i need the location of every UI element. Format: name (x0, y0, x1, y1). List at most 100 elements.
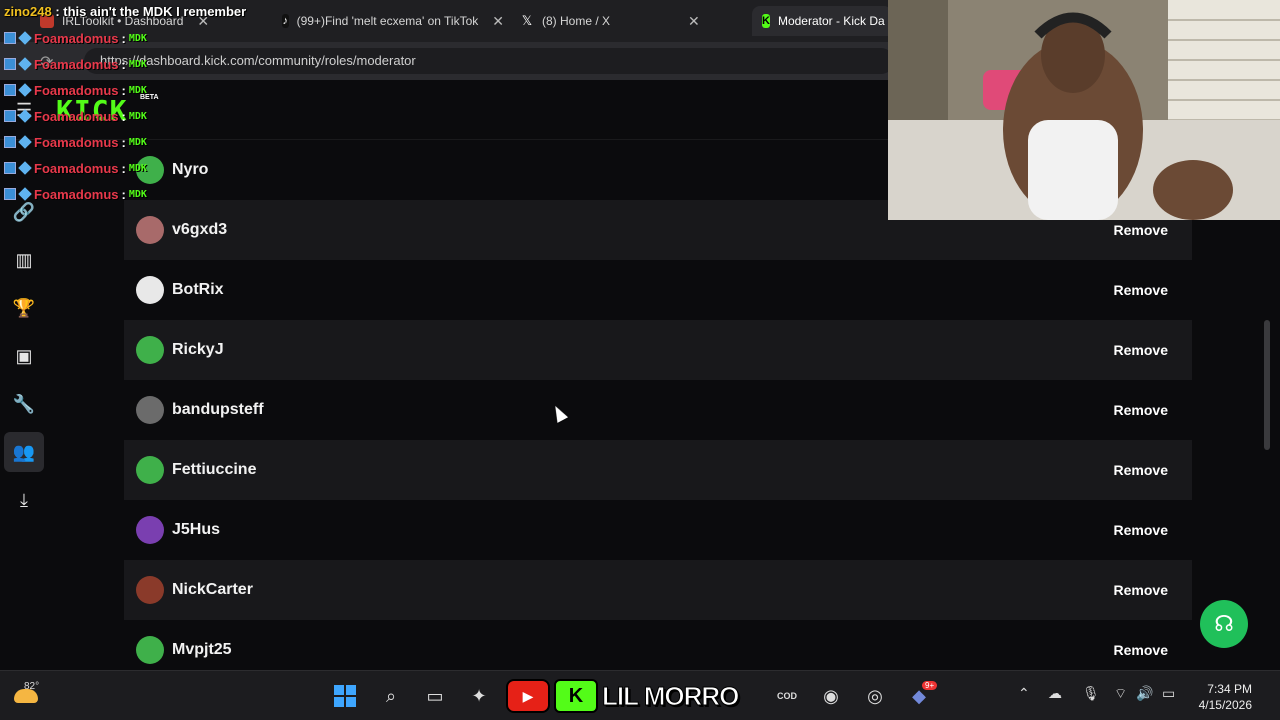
scrollbar[interactable] (1264, 320, 1270, 450)
badge-icon (4, 58, 16, 70)
gem-icon (18, 109, 32, 123)
remove-button[interactable]: Remove (1102, 634, 1180, 666)
clock-time: 7:34 PM (1207, 682, 1252, 696)
close-icon[interactable]: ✕ (492, 13, 504, 30)
gem-icon (18, 135, 32, 149)
kick-icon: K (762, 14, 770, 28)
chat-message: Foamadomus: MDK (4, 158, 147, 178)
clock-date: 4/15/2026 (1198, 698, 1252, 712)
avatar (136, 276, 164, 304)
moderator-row: Fettiuccine Remove (124, 440, 1192, 500)
remove-button[interactable]: Remove (1102, 334, 1180, 366)
chat-username: Foamadomus (34, 108, 119, 124)
badge-icon (4, 136, 16, 148)
analytics-icon[interactable]: ▥ (4, 240, 44, 280)
moderator-name[interactable]: Fettiuccine (172, 461, 256, 479)
gem-icon (18, 83, 32, 97)
obs-icon[interactable]: ◎ (860, 681, 890, 711)
upload-icon[interactable]: ⤓ (4, 480, 44, 520)
moderator-name[interactable]: RickyJ (172, 341, 224, 359)
kick-icon: K (554, 679, 598, 713)
remove-button[interactable]: Remove (1102, 274, 1180, 306)
volume-icon[interactable]: 🔊 (1136, 685, 1153, 702)
search-icon[interactable]: ⌕ (376, 681, 406, 711)
chat-username: Foamadomus (34, 134, 119, 150)
badge-icon (4, 32, 16, 44)
system-clock[interactable]: 7:34 PM 4/15/2026 (1199, 681, 1252, 713)
lil-morro-overlay: ▶ K LIL MORRO (506, 677, 740, 715)
moderator-row: NickCarter Remove (124, 560, 1192, 620)
community-icon[interactable]: 👥 (4, 432, 44, 472)
chat-overlay: zino248 : this ain't the MDK I remember … (0, 0, 300, 210)
network-app-icon[interactable]: ☁ (1048, 685, 1062, 702)
x-icon: 𝕏 (521, 13, 533, 28)
avatar (136, 576, 164, 604)
avatar (136, 396, 164, 424)
close-icon[interactable]: ✕ (688, 13, 700, 30)
emote: MDK (128, 58, 147, 70)
wrench-icon[interactable]: 🔧 (4, 384, 44, 424)
emote: MDK (128, 32, 147, 44)
chat-username: Foamadomus (34, 56, 119, 72)
video-icon[interactable]: ▣ (4, 336, 44, 376)
tab-tiktok[interactable]: ♪ (99+)Find 'melt ecxema' on TikTok ✕ (282, 8, 504, 34)
avatar (136, 336, 164, 364)
remove-button[interactable]: Remove (1102, 514, 1180, 546)
moderator-row: J5Hus Remove (124, 500, 1192, 560)
tab-label: (99+)Find 'melt ecxema' on TikTok (296, 14, 479, 28)
screen: IRLToolkit • Dashboard ✕ ♪ (99+)Find 'me… (0, 0, 1280, 720)
tab-kick-moderator[interactable]: K Moderator - Kick Da (752, 6, 892, 36)
tab-label: (8) Home / X (542, 14, 611, 28)
moderator-row: bandupsteff Remove (124, 380, 1192, 440)
discord-badge: 9+ (922, 681, 938, 690)
copilot-icon[interactable]: ✦ (464, 681, 494, 711)
moderator-name[interactable]: BotRix (172, 281, 224, 299)
avatar (136, 516, 164, 544)
windows-start-icon[interactable] (330, 681, 360, 711)
chat-message: Foamadomus: MDK (4, 132, 147, 152)
weather-icon[interactable] (14, 689, 38, 703)
chevron-up-icon[interactable]: ⌃ (1018, 685, 1030, 702)
webcam-overlay (888, 0, 1280, 220)
emote: MDK (128, 188, 147, 200)
support-chat-button[interactable]: ☊ (1200, 600, 1248, 648)
tab-x[interactable]: 𝕏 (8) Home / X ✕ (520, 8, 742, 34)
tab-label: Moderator - Kick Da (777, 14, 885, 28)
app-icon[interactable]: ◉ (816, 681, 846, 711)
call-of-duty-icon[interactable]: COD (772, 681, 802, 711)
chat-username: Foamadomus (34, 186, 119, 202)
trophy-icon[interactable]: 🏆 (4, 288, 44, 328)
avatar (136, 636, 164, 664)
moderator-name[interactable]: v6gxd3 (172, 221, 227, 239)
avatar (136, 456, 164, 484)
avatar (136, 216, 164, 244)
chat-username: zino248 (4, 4, 52, 19)
gem-icon (18, 31, 32, 45)
emote: MDK (128, 84, 147, 96)
chat-message: Foamadomus: MDK (4, 80, 147, 100)
emote: MDK (128, 136, 147, 148)
task-view-icon[interactable]: ▭ (420, 681, 450, 711)
taskbar: 82° ⌕ ▭ ✦ ▶ K LIL MORRO COD ◉ ◎ ◆ 9+ ⌃ ☁… (0, 670, 1280, 720)
chat-message: Foamadomus: MDK (4, 54, 147, 74)
microphone-icon[interactable]: 🎙 (1082, 685, 1100, 702)
moderator-name[interactable]: Mvpjt25 (172, 641, 232, 659)
chat-username: Foamadomus (34, 160, 119, 176)
moderator-name[interactable]: bandupsteff (172, 401, 264, 419)
chat-message: Foamadomus: MDK (4, 184, 147, 204)
youtube-icon: ▶ (506, 679, 550, 713)
gem-icon (18, 187, 32, 201)
chat-message: Foamadomus: MDK (4, 28, 147, 48)
remove-button[interactable]: Remove (1102, 454, 1180, 486)
moderator-row: Mvpjt25 Remove (124, 620, 1192, 670)
chat-username: Foamadomus (34, 82, 119, 98)
badge-icon (4, 162, 16, 174)
remove-button[interactable]: Remove (1102, 574, 1180, 606)
wifi-icon[interactable]: ⌔ (1114, 685, 1127, 703)
remove-button[interactable]: Remove (1102, 394, 1180, 426)
moderator-name[interactable]: J5Hus (172, 521, 220, 539)
badge-icon (4, 188, 16, 200)
battery-icon[interactable]: ▭ (1162, 685, 1175, 702)
moderator-name[interactable]: NickCarter (172, 581, 253, 599)
chat-message: Foamadomus: MDK (4, 106, 147, 126)
